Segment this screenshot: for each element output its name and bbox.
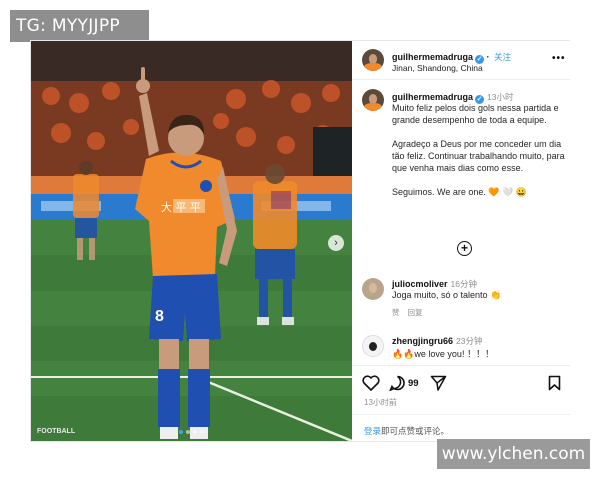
instagram-post: 大 平 平 8 FOOTBALL › guilhermemadruga ✓ · 关… [30, 40, 570, 442]
carousel-dots [179, 430, 204, 434]
comment-time: 23分钟 [456, 336, 483, 346]
carousel-dot [186, 430, 190, 434]
divider [352, 414, 570, 415]
comment-username[interactable]: zhengjingru66 [392, 336, 453, 346]
more-options-icon[interactable]: ••• [552, 53, 566, 64]
commenter-avatar[interactable] [362, 335, 384, 357]
carousel-dot [200, 430, 204, 434]
carousel-dot [193, 430, 197, 434]
comment-header: zhengjingru66 23分钟 [392, 335, 482, 347]
author-username[interactable]: guilhermemadruga [392, 52, 473, 62]
caption-username[interactable]: guilhermemadruga [392, 92, 473, 102]
caption-avatar[interactable] [362, 89, 384, 111]
comment-username[interactable]: juliocmoliver [392, 279, 448, 289]
shirt-number: 8 [155, 308, 164, 325]
caption-time: 13小时 [487, 92, 514, 102]
carousel-dot-active [179, 430, 183, 434]
comment-text: 🔥🔥we love you! ！！！ [392, 349, 494, 359]
comment-icon[interactable] [389, 375, 406, 391]
divider [352, 79, 570, 80]
football-photo: 大 平 平 8 [31, 41, 352, 441]
add-circle-icon[interactable]: + [457, 241, 472, 256]
heart-icon[interactable] [362, 375, 380, 391]
bookmark-icon[interactable] [548, 375, 561, 391]
post-location[interactable]: Jinan, Shandong, China [392, 63, 483, 73]
post-side-panel: guilhermemadruga ✓ · 关注 Jinan, Shandong, … [352, 41, 570, 441]
comment-like-button[interactable]: 赞 [392, 308, 400, 317]
comment-reply-button[interactable]: 回复 [408, 308, 423, 317]
follow-button[interactable]: 关注 [494, 52, 511, 62]
carousel-next-button[interactable]: › [328, 235, 344, 251]
post-photo[interactable]: 大 平 平 8 FOOTBALL › [31, 41, 352, 441]
post-timestamp: 13小时前 [364, 398, 397, 407]
share-icon[interactable] [430, 375, 447, 391]
login-prompt-text: 即可点赞或评论。 [381, 426, 450, 436]
photo-credit: FOOTBALL [37, 428, 76, 435]
shirt-sponsor-text: 大 平 平 [161, 200, 201, 214]
watermark-tag: TG: MYYJJPP [10, 10, 149, 42]
caption-text: Muito feliz pelos dois gols nessa partid… [392, 103, 565, 197]
divider [352, 365, 570, 366]
login-link[interactable]: 登录 [364, 426, 381, 436]
comment-time: 16分钟 [450, 279, 477, 289]
comment-text: Joga muito, só o talento 👏 [392, 290, 502, 300]
login-prompt: 登录即可点赞或评论。 [364, 425, 449, 437]
watermark-site: www.ylchen.com [437, 439, 590, 469]
comment-meta: 赞回复 [392, 307, 431, 318]
commenter-avatar[interactable] [362, 278, 384, 300]
comment-header: juliocmoliver 16分钟 [392, 278, 477, 290]
likes-count[interactable]: 99 [408, 378, 419, 389]
author-avatar[interactable] [362, 49, 384, 71]
